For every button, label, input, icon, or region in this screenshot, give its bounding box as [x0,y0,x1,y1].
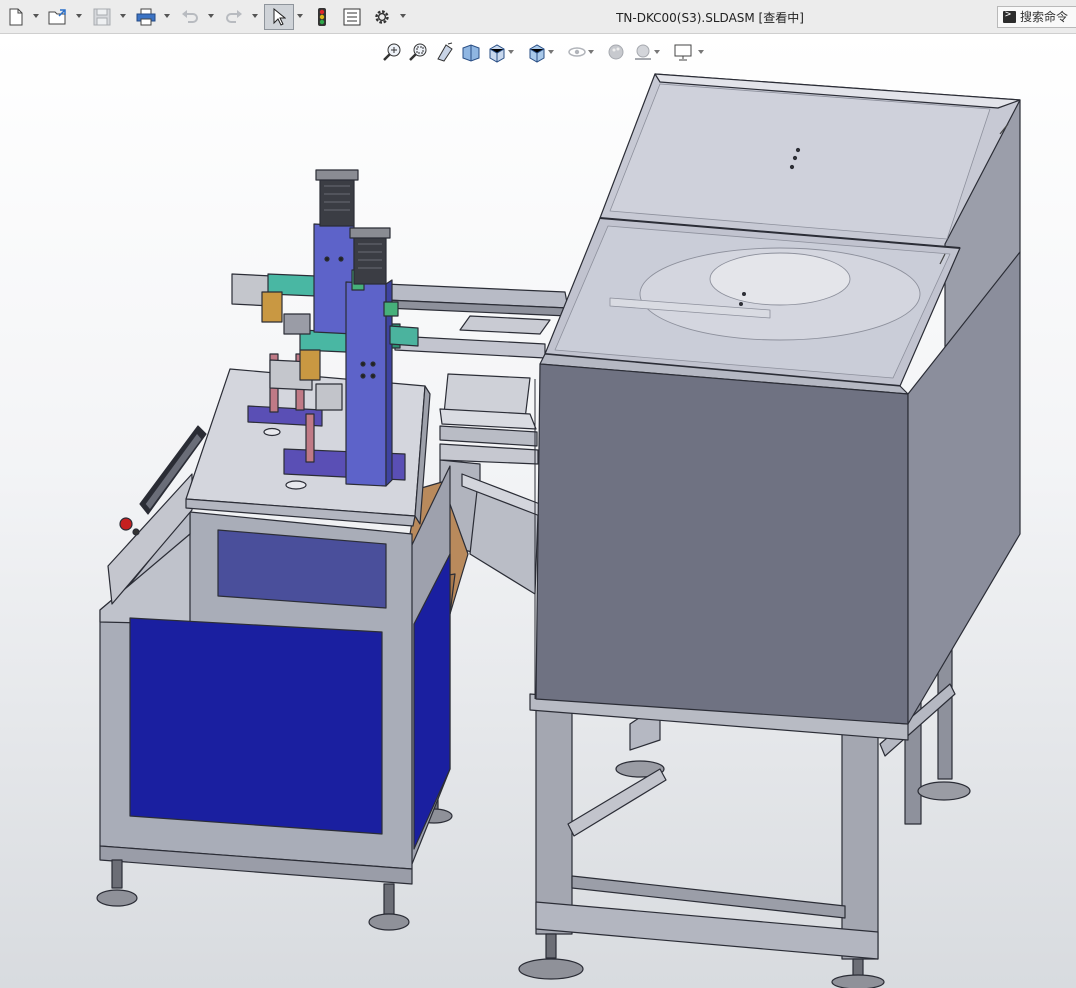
undo-icon[interactable] [178,5,202,29]
chevron-down-icon[interactable] [208,14,214,18]
select-pointer-icon[interactable] [264,4,294,30]
open-folder-icon[interactable] [46,5,70,29]
command-prompt-icon [1003,9,1016,23]
search-commands[interactable] [997,6,1076,28]
assembly-model[interactable] [0,34,1076,988]
search-input[interactable] [1020,9,1076,25]
document-title: TN-DKC00(S3).SLDASM [查看中] [616,11,804,25]
traffic-light-icon[interactable] [310,5,334,29]
chevron-down-icon[interactable] [252,14,258,18]
chevron-down-icon[interactable] [76,14,82,18]
chevron-down-icon[interactable] [297,14,303,18]
options-gear-icon[interactable] [370,5,394,29]
save-icon[interactable] [90,5,114,29]
title-bar: TN-DKC00(S3).SLDASM [查看中] [0,0,1076,34]
chevron-down-icon[interactable] [164,14,170,18]
chevron-down-icon[interactable] [33,14,39,18]
chevron-down-icon[interactable] [120,14,126,18]
new-document-icon[interactable] [4,5,28,29]
file-properties-icon[interactable] [340,5,364,29]
print-icon[interactable] [134,5,158,29]
redo-icon[interactable] [222,5,246,29]
chevron-down-icon[interactable] [400,14,406,18]
